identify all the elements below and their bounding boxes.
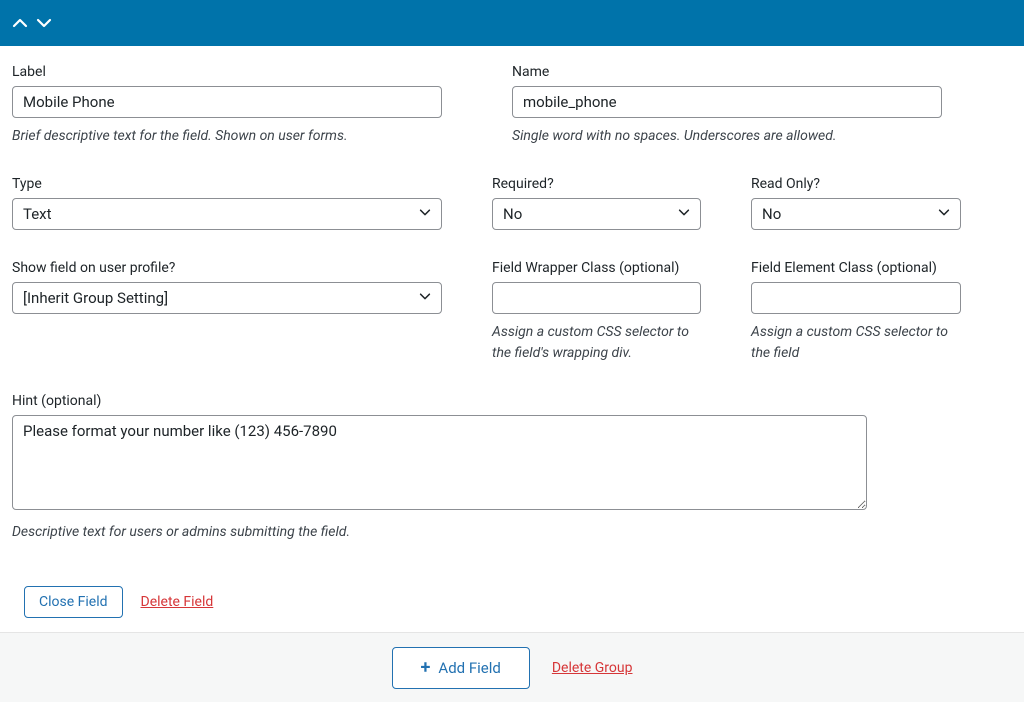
readonly-select[interactable]: No (751, 198, 961, 230)
name-help: Single word with no spaces. Underscores … (512, 126, 942, 146)
readonly-label: Read Only? (751, 176, 961, 192)
element-class-label: Field Element Class (optional) (751, 260, 961, 276)
type-label: Type (12, 176, 442, 192)
wrapper-class-input[interactable] (492, 282, 701, 314)
show-profile-select[interactable]: [Inherit Group Setting] (12, 282, 442, 314)
close-field-button[interactable]: Close Field (24, 586, 123, 618)
move-up-icon[interactable] (12, 15, 28, 31)
label-help: Brief descriptive text for the field. Sh… (12, 126, 442, 146)
name-label: Name (512, 64, 942, 80)
required-label: Required? (492, 176, 701, 192)
wrapper-class-help: Assign a custom CSS selector to the fiel… (492, 322, 701, 363)
element-class-help: Assign a custom CSS selector to the fiel… (751, 322, 961, 363)
label-input[interactable] (12, 86, 442, 118)
element-class-input[interactable] (751, 282, 961, 314)
delete-field-link[interactable]: Delete Field (141, 594, 214, 610)
type-select[interactable]: Text (12, 198, 442, 230)
field-settings-form: Label Brief descriptive text for the fie… (0, 46, 1024, 580)
move-down-icon[interactable] (36, 15, 52, 31)
label-label: Label (12, 64, 442, 80)
show-profile-label: Show field on user profile? (12, 260, 442, 276)
group-footer: + Add Field Delete Group (0, 632, 1024, 702)
field-header-bar (0, 0, 1024, 46)
name-input[interactable] (512, 86, 942, 118)
hint-textarea[interactable] (12, 415, 867, 510)
required-select[interactable]: No (492, 198, 701, 230)
hint-label: Hint (optional) (12, 393, 1012, 409)
field-actions: Close Field Delete Field (0, 580, 1024, 632)
wrapper-class-label: Field Wrapper Class (optional) (492, 260, 701, 276)
hint-help: Descriptive text for users or admins sub… (12, 522, 1012, 542)
